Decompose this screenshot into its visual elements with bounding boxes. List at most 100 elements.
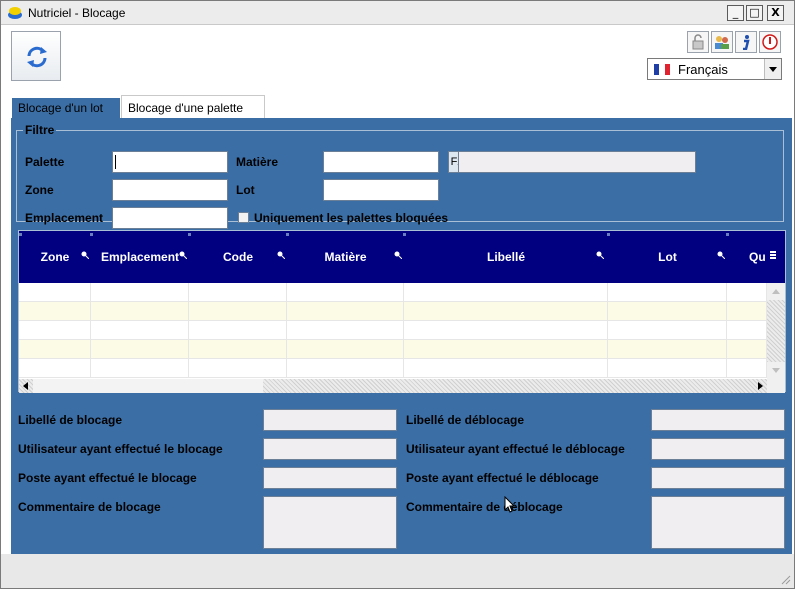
column-title: Lot — [658, 250, 677, 264]
column-separator — [188, 233, 191, 236]
column-title: Qu — [749, 250, 766, 264]
scroll-up-icon[interactable] — [767, 283, 785, 300]
filter-group: Filtre Palette Matière F2 Zone Lot Empla… — [16, 123, 784, 229]
matiere-input[interactable] — [323, 151, 439, 173]
quit-button[interactable] — [759, 31, 781, 53]
horizontal-scrollbar[interactable] — [19, 379, 767, 393]
users-button[interactable] — [711, 31, 733, 53]
table-cell — [727, 359, 767, 378]
table-row[interactable] — [19, 283, 767, 302]
chevron-down-icon[interactable] — [764, 59, 781, 79]
search-pin-icon[interactable] — [394, 251, 402, 259]
title-bar: Nutriciel - Blocage _ □ X — [1, 1, 794, 25]
table-cell — [727, 340, 767, 359]
flag-stripe-red — [664, 64, 670, 75]
column-title: Emplacement — [100, 250, 180, 264]
table-cell — [608, 302, 727, 321]
table-cell — [19, 283, 91, 302]
table-cell — [287, 302, 404, 321]
column-header-libelle[interactable]: Libellé — [404, 231, 608, 283]
table-cell — [91, 321, 189, 340]
table-row[interactable] — [19, 302, 767, 321]
language-select[interactable]: Français — [647, 58, 782, 80]
search-pin-icon[interactable] — [81, 251, 89, 259]
tab-blocage-palette[interactable]: Blocage d'une palette — [121, 95, 265, 118]
table-row[interactable] — [19, 359, 767, 378]
table-cell — [404, 283, 608, 302]
lot-input[interactable] — [323, 179, 439, 201]
column-separator — [90, 233, 93, 236]
scroll-left-icon[interactable] — [19, 379, 33, 393]
table-cell — [189, 359, 287, 378]
table-cell — [608, 283, 727, 302]
table-cell — [189, 302, 287, 321]
table-cell — [404, 340, 608, 359]
table-cell — [19, 302, 91, 321]
only-blocked-checkbox[interactable] — [238, 212, 249, 223]
minimize-button[interactable]: _ — [727, 5, 744, 21]
resize-grip-icon[interactable] — [779, 573, 791, 585]
table-cell — [404, 359, 608, 378]
info-icon — [743, 35, 750, 50]
scroll-corner — [767, 379, 785, 393]
table-cell — [91, 340, 189, 359]
column-header-code[interactable]: Code — [189, 231, 287, 283]
grid-header: Zone Emplacement Code Matière Libellé Lo… — [19, 231, 767, 283]
table-cell — [189, 321, 287, 340]
zone-label: Zone — [25, 183, 54, 197]
info-button[interactable] — [735, 31, 757, 53]
app-logo-icon — [8, 7, 22, 19]
search-pin-icon[interactable] — [179, 251, 187, 259]
search-pin-icon[interactable] — [277, 251, 285, 259]
table-cell — [287, 359, 404, 378]
grid-header-corner — [767, 231, 785, 283]
table-cell — [91, 302, 189, 321]
table-row[interactable] — [19, 321, 767, 340]
power-icon — [762, 34, 778, 50]
column-header-lot[interactable]: Lot — [608, 231, 727, 283]
maximize-button[interactable]: □ — [746, 5, 763, 21]
column-header-zone[interactable]: Zone — [19, 231, 91, 283]
poste-deblocage-field — [651, 467, 785, 489]
lot-label: Lot — [236, 183, 255, 197]
french-flag-icon — [654, 64, 670, 75]
zone-input[interactable] — [112, 179, 228, 201]
utilisateur-deblocage-label: Utilisateur ayant effectué le déblocage — [406, 442, 625, 456]
close-button[interactable]: X — [767, 5, 784, 21]
table-row[interactable] — [19, 340, 767, 359]
search-pin-icon[interactable] — [717, 251, 725, 259]
emplacement-input[interactable] — [112, 207, 228, 229]
search-pin-icon[interactable] — [596, 251, 604, 259]
vertical-scrollbar[interactable] — [767, 283, 785, 379]
column-chooser-icon[interactable] — [769, 251, 777, 261]
app-window: Nutriciel - Blocage _ □ X Français Bloca… — [0, 0, 795, 589]
table-cell — [19, 340, 91, 359]
scroll-down-icon[interactable] — [767, 362, 785, 379]
text-caret — [115, 155, 116, 169]
users-icon — [715, 36, 729, 49]
libelle-blocage-label: Libellé de blocage — [18, 413, 123, 427]
table-cell — [608, 340, 727, 359]
main-panel: Filtre Palette Matière F2 Zone Lot Empla… — [11, 118, 792, 554]
lock-icon — [692, 34, 704, 50]
column-header-quantite[interactable]: Qu — [727, 231, 767, 283]
poste-deblocage-label: Poste ayant effectué le déblocage — [406, 471, 599, 485]
refresh-button[interactable] — [11, 31, 61, 81]
commentaire-deblocage-field — [651, 496, 785, 549]
horizontal-scroll-thumb[interactable] — [33, 379, 263, 393]
tab-blocage-lot[interactable]: Blocage d'un lot — [12, 98, 120, 118]
table-cell — [19, 359, 91, 378]
column-header-emplacement[interactable]: Emplacement — [91, 231, 189, 283]
poste-blocage-label: Poste ayant effectué le blocage — [18, 471, 197, 485]
scroll-right-icon[interactable] — [753, 379, 767, 393]
column-title: Matière — [324, 250, 367, 264]
lock-button[interactable] — [687, 31, 709, 53]
only-blocked-label[interactable]: Uniquement les palettes bloquées — [254, 211, 448, 225]
palette-input[interactable] — [112, 151, 228, 173]
matiere-description-field — [458, 151, 696, 173]
table-cell — [608, 359, 727, 378]
column-header-matiere[interactable]: Matière — [287, 231, 404, 283]
column-title: Code — [223, 250, 253, 264]
table-cell — [287, 321, 404, 340]
libelle-blocage-field — [263, 409, 397, 431]
